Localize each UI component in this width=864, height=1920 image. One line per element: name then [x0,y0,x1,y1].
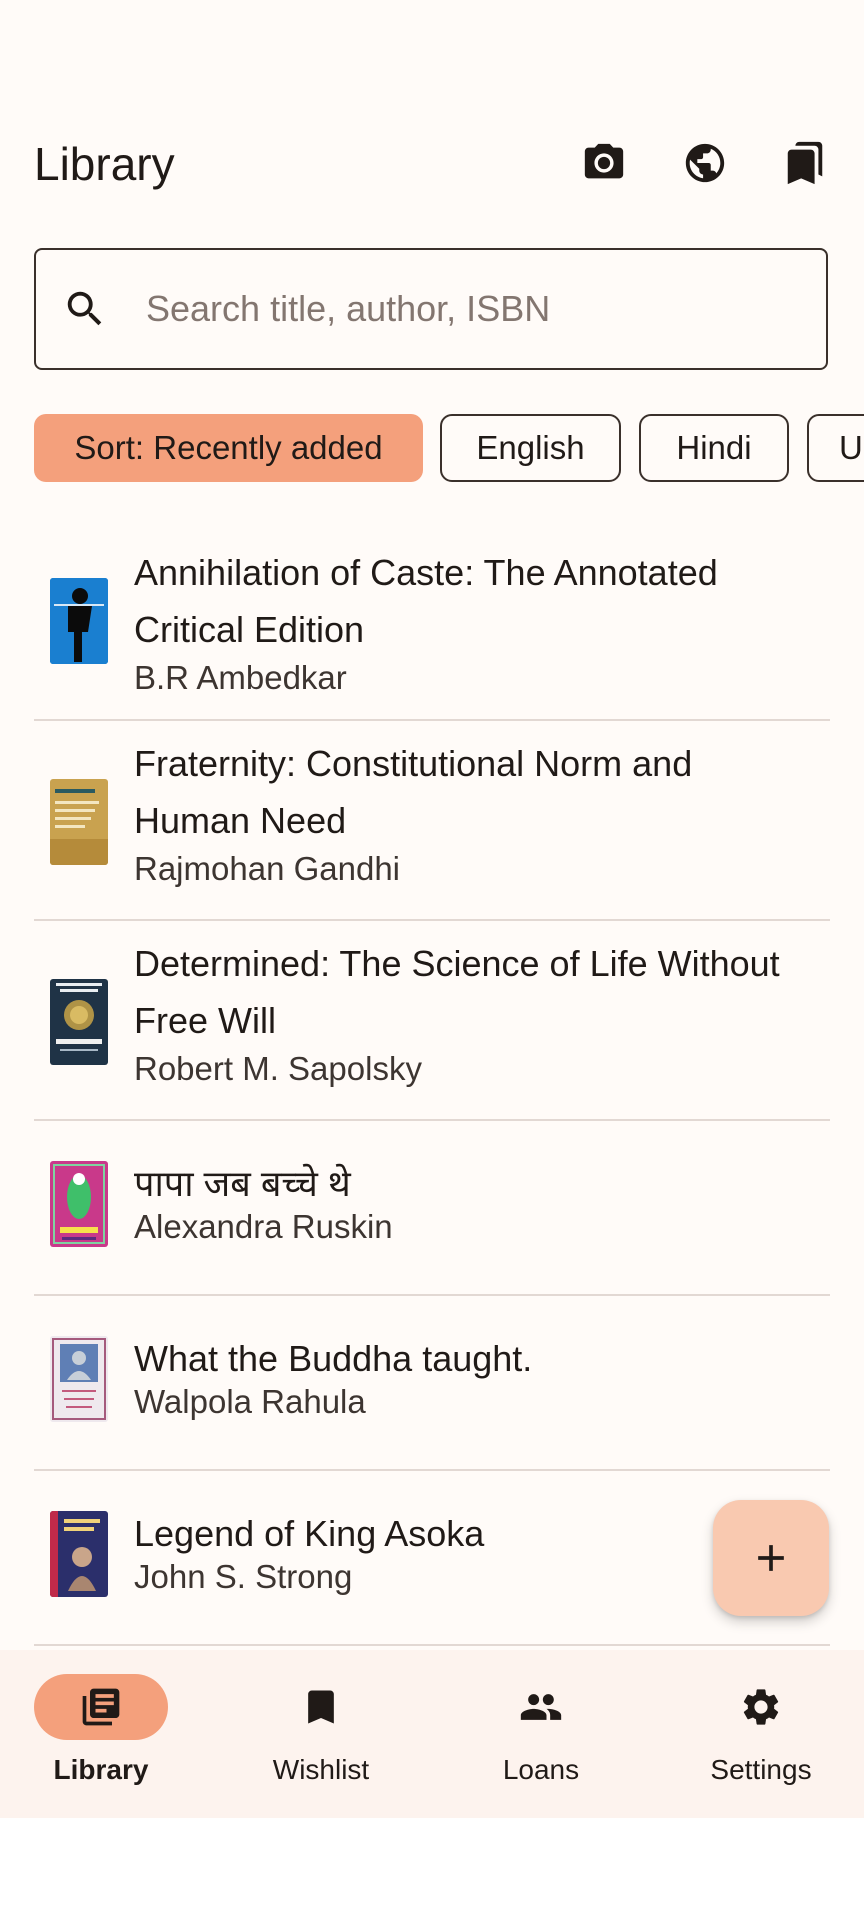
nav-library[interactable]: Library [0,1650,216,1818]
library-screen: Library Sort: Recently added English Hin… [0,0,864,1920]
chip-english[interactable]: English [440,414,621,482]
nav-label: Loans [502,1754,580,1785]
list-item[interactable]: पापा जब बच्चे थे Alexandra Ruskin [0,1121,864,1295]
bookmark-icon [254,1674,388,1740]
book-title: Fraternity: Constitutional Norm and Huma… [134,743,693,841]
book-text: Annihilation of Caste: The Annotated Cri… [134,544,814,698]
book-title: Legend of King Asoka [134,1513,485,1554]
book-title: पापा जब बच्चे थे [134,1163,351,1204]
list-item[interactable]: Determined: The Science of Life Without … [0,921,864,1120]
list-item[interactable]: What the Buddha taught. Walpola Rahula [0,1296,864,1470]
gear-icon [694,1674,828,1740]
search-field[interactable] [34,248,828,370]
chip-hindi[interactable]: Hindi [639,414,789,482]
chip-urdu[interactable]: Urdu [807,414,864,482]
nav-loans[interactable]: Loans [440,1650,656,1818]
book-author: Robert M. Sapolsky [134,1050,422,1087]
book-cover [50,779,108,865]
globe-icon[interactable] [680,138,730,188]
library-icon [34,1674,168,1740]
sort-chip[interactable]: Sort: Recently added [34,414,423,482]
nav-label: Wishlist [272,1754,370,1785]
book-text: What the Buddha taught. Walpola Rahula [134,1336,814,1422]
bookmarks-icon[interactable] [780,138,830,188]
page-title: Library [34,138,175,190]
book-title: What the Buddha taught. [134,1338,533,1379]
book-cover [50,1336,108,1422]
book-title: Determined: The Science of Life Without … [134,943,780,1041]
camera-icon[interactable] [579,138,629,188]
nav-label: Library [53,1754,149,1785]
book-title: Annihilation of Caste: The Annotated Cri… [134,552,718,650]
search-input[interactable] [144,272,808,346]
list-item[interactable]: Fraternity: Constitutional Norm and Huma… [0,721,864,920]
book-author: B.R Ambedkar [134,659,347,696]
book-cover [50,578,108,664]
top-app-bar: Library [0,118,864,204]
divider [34,1644,830,1646]
book-cover [50,979,108,1065]
book-cover [50,1161,108,1247]
book-text: Legend of King Asoka John S. Strong [134,1511,814,1597]
nav-wishlist[interactable]: Wishlist [220,1650,436,1818]
book-cover [50,1511,108,1597]
nav-settings[interactable]: Settings [660,1650,864,1818]
people-icon [474,1674,608,1740]
plus-icon [758,1545,784,1571]
search-icon [62,286,108,332]
list-item[interactable]: Annihilation of Caste: The Annotated Cri… [0,530,864,720]
book-author: Alexandra Ruskin [134,1208,393,1245]
book-author: Rajmohan Gandhi [134,850,400,887]
filter-chips: Sort: Recently added English Hindi Urdu [34,414,864,482]
nav-label: Settings [710,1754,812,1785]
book-text: Determined: The Science of Life Without … [134,935,814,1089]
book-author: Walpola Rahula [134,1383,366,1420]
add-book-button[interactable] [713,1500,829,1616]
book-author: John S. Strong [134,1558,353,1595]
book-text: पापा जब बच्चे थे Alexandra Ruskin [134,1161,814,1247]
bottom-navigation: Library Wishlist Loans Settings [0,1650,864,1818]
book-text: Fraternity: Constitutional Norm and Huma… [134,735,814,889]
system-gesture-area [0,1818,864,1920]
